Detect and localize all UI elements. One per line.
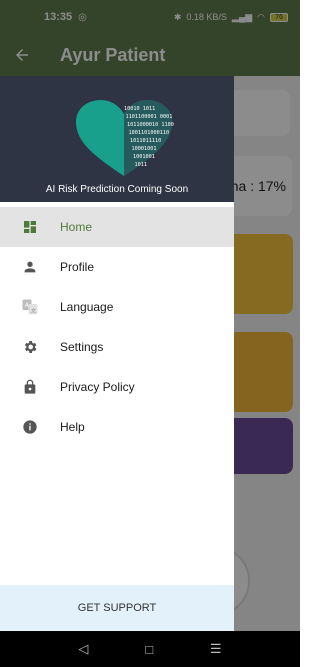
drawer-item-label: Profile [60,260,95,274]
header-caption: AI Risk Prediction Coming Soon [45,184,189,195]
drawer-item-label: Settings [60,340,104,354]
drawer-item-language[interactable]: A 文 Language [0,287,234,327]
binary-text: 10001001 [132,146,157,152]
get-support-button[interactable]: GET SUPPORT [0,585,234,631]
binary-text: 10010 1011 [124,106,155,112]
system-nav-bar: ◁ □ ☰ [0,631,300,667]
drawer-item-label: Home [60,220,93,234]
drawer-item-label: Help [60,420,85,434]
binary-text: 1101100001 0001 [126,114,173,120]
binary-text: 1011000010 1100 [127,122,174,128]
dashboard-icon [0,219,60,235]
nav-back-icon[interactable]: ◁ [78,641,88,657]
drawer-header: 10010 1011 1101100001 0001 1011000010 1100… [0,76,234,202]
person-icon [0,259,60,275]
nav-home-icon[interactable]: □ [145,642,153,657]
binary-text: 1011011110 [130,138,161,144]
drawer-item-label: Privacy Policy [60,380,135,394]
drawer-item-settings[interactable]: Settings [0,327,234,367]
binary-text: 1001001 [133,154,155,160]
lock-icon [0,379,60,395]
navigation-drawer: 10010 1011 1101100001 0001 1011000010 1100… [0,76,234,631]
info-icon [0,419,60,435]
translate-icon: A 文 [0,298,60,316]
nav-menu-icon[interactable]: ☰ [210,641,222,657]
binary-text: 1011 [135,162,148,168]
drawer-item-help[interactable]: Help [0,407,234,447]
drawer-item-label: Language [60,300,114,314]
gear-icon [0,339,60,355]
drawer-item-home[interactable]: Home [0,207,234,247]
binary-text: 1001101000110 [129,130,170,136]
drawer-menu: Home Profile A 文 Language Settings Priva… [0,207,234,447]
drawer-item-privacy-policy[interactable]: Privacy Policy [0,367,234,407]
drawer-item-profile[interactable]: Profile [0,247,234,287]
heart-logo-icon: 10010 1011 1101100001 0001 1011000010 1100… [76,100,174,176]
